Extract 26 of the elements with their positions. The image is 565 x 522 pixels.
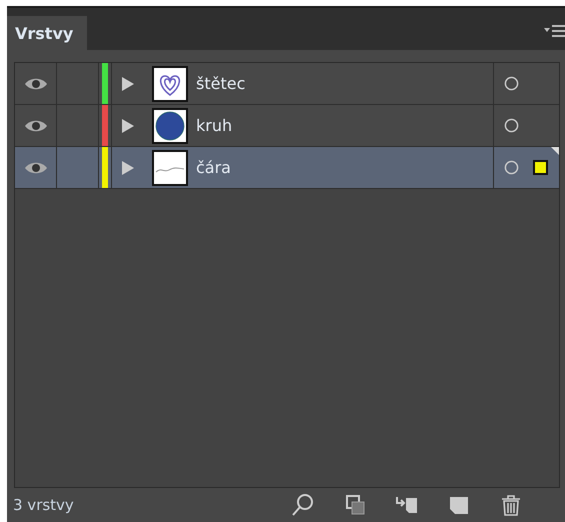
eye-icon[interactable]: [24, 160, 48, 174]
expand-arrow-icon[interactable]: [122, 160, 134, 174]
expand-arrow-icon[interactable]: [122, 118, 134, 132]
expand-arrow-icon[interactable]: [122, 76, 134, 90]
corner-triangle-icon: [551, 147, 559, 155]
search-icon[interactable]: [291, 493, 315, 517]
eye-icon[interactable]: [24, 118, 48, 132]
layer-thumbnail: [152, 66, 188, 102]
target-circle-icon[interactable]: [504, 160, 519, 175]
layer-thumbnail: [152, 150, 188, 186]
clipping-mask-icon[interactable]: [343, 493, 367, 517]
layer-thumbnail: [152, 108, 188, 144]
target-circle-icon[interactable]: [504, 76, 519, 91]
layer-row[interactable]: štětec: [15, 63, 559, 105]
layers-tab[interactable]: Vrstvy: [7, 16, 88, 50]
selection-square-icon[interactable]: [533, 160, 548, 175]
layer-name: štětec: [196, 74, 246, 93]
layer-name: kruh: [196, 116, 232, 135]
trash-icon[interactable]: [499, 493, 523, 517]
layer-row[interactable]: čára: [15, 147, 559, 189]
layer-row[interactable]: kruh: [15, 105, 559, 147]
layer-name: čára: [196, 158, 231, 177]
eye-icon[interactable]: [24, 76, 48, 90]
panel-menu-icon[interactable]: [543, 22, 565, 40]
layer-count: 3 vrstvy: [13, 496, 74, 514]
target-circle-icon[interactable]: [504, 118, 519, 133]
